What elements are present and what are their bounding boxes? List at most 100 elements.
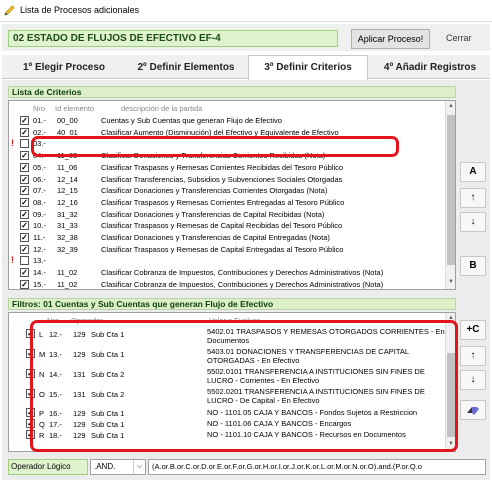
process-name: 02 ESTADO DE FLUJOS DE EFECTIVO EF-4 [8, 30, 338, 47]
filter-checkbox[interactable]: ✓ [26, 419, 35, 428]
criteria-row[interactable]: ✓ 09.- 31_32 Clasificar Donaciones y Transf… [9, 209, 445, 220]
criteria-row[interactable]: ✓ 10.- 31_33 Clasificar Traspasos y Remesas… [9, 220, 445, 231]
filter-value: NO - 1101.10 CAJA Y BANCOS - Recursos en… [207, 430, 406, 439]
tab-bar: 1º Elegir Proceso 2º Definir Elementos 3… [2, 55, 490, 80]
criterion-number: 13.- [33, 256, 46, 266]
criteria-list[interactable]: Nro Id elemento descripción de la partid… [8, 100, 456, 290]
criteria-row[interactable]: ✓ 06.- 12_14 Clasificar Transferencias, Sub… [9, 174, 445, 185]
filter-checkbox[interactable]: ✓ [26, 369, 35, 378]
criterion-code: 31_32 [57, 209, 78, 219]
criteria-button-b[interactable]: B [460, 256, 486, 276]
tab-definir-criterios[interactable]: 3º Definir Criterios [248, 55, 368, 80]
filter-row[interactable]: ✓ M 13.- 129 Sub Cta 1 5403.01 DONACIONES Y T… [9, 347, 445, 365]
criterion-description: Clasificar Cobranza de Impuestos, Contri… [101, 268, 384, 278]
apply-process-button[interactable]: Aplicar Proceso! [351, 29, 430, 49]
close-button[interactable]: Cerrar [446, 33, 472, 43]
criteria-row[interactable]: ✓ 05.- 11_06 Clasificar Traspasos y Remesas… [9, 162, 445, 173]
criteria-row[interactable]: ! 13.- [9, 255, 445, 266]
filter-checkbox[interactable]: ✓ [26, 329, 35, 338]
criteria-row[interactable]: ✓ 11.- 32_38 Clasificar Donaciones y Transf… [9, 232, 445, 243]
criteria-move-up-button[interactable]: ↑ [460, 188, 486, 208]
criterion-description: Clasificar Traspasos y Remesas de Capita… [101, 244, 344, 254]
criteria-row[interactable]: ✓ 01.- 00_00 Cuentas y Sub Cuentas que gene… [9, 115, 445, 126]
criterion-checkbox[interactable] [20, 139, 29, 149]
criterion-checkbox[interactable]: ✓ [20, 151, 29, 161]
filter-code: 129 [73, 350, 86, 359]
filter-row[interactable]: ✓ O 15.- 131 Sub Cta 2 5502.0201 TRANSFERENCI… [9, 387, 445, 405]
filter-checkbox[interactable]: ✓ [26, 430, 35, 439]
window-title: Lista de Procesos adicionales [20, 5, 140, 15]
criterion-number: 07.- [33, 186, 46, 196]
criterion-checkbox[interactable]: ✓ [20, 209, 29, 219]
criterion-code: 11_02 [57, 268, 78, 278]
criterion-code: 31_33 [57, 221, 78, 231]
filter-row[interactable]: ✓ N 14.- 131 Sub Cta 2 5502.0101 TRANSFERENCI… [9, 367, 445, 385]
criteria-header: Lista de Criterios [8, 86, 456, 98]
column-header-value: Valor a Evaluar [209, 316, 260, 325]
criteria-row[interactable]: ! 03.- [9, 138, 445, 149]
criterion-checkbox[interactable]: ✓ [20, 279, 29, 289]
criterion-checkbox[interactable]: ✓ [20, 174, 29, 184]
logic-operator-select[interactable]: .AND. ⌵ [90, 459, 146, 475]
scroll-down-arrow[interactable]: ▼ [446, 441, 455, 447]
warning-icon: ! [11, 138, 14, 149]
scroll-thumb[interactable] [447, 353, 455, 437]
criteria-row[interactable]: ✓ 15.- 11_02 Clasificar Cobranza de Impuest… [9, 279, 445, 289]
filter-code: 131 [73, 370, 86, 379]
criterion-checkbox[interactable]: ✓ [20, 221, 29, 231]
scroll-thumb[interactable] [447, 115, 455, 265]
filter-level: Sub Cta 1 [91, 431, 125, 440]
filters-scrollbar[interactable]: ▲ ▼ [445, 313, 455, 451]
filter-checkbox[interactable]: ✓ [26, 349, 35, 358]
criterion-number: 09.- [33, 209, 46, 219]
criterion-description: Clasificar Traspasos y Remesas Corriente… [101, 197, 345, 207]
criteria-button-a[interactable]: A [460, 162, 486, 182]
criterion-checkbox[interactable]: ✓ [20, 162, 29, 172]
criterion-checkbox[interactable]: ✓ [20, 233, 29, 242]
criterion-number: 11.- [33, 233, 46, 242]
process-bar: 02 ESTADO DE FLUJOS DE EFECTIVO EF-4 Apl… [2, 24, 490, 51]
criteria-scrollbar[interactable]: ▲ ▼ [445, 101, 455, 289]
criteria-column-headers: Nro Id elemento descripción de la partid… [9, 103, 445, 114]
criterion-checkbox[interactable] [20, 256, 29, 266]
criterion-checkbox[interactable]: ✓ [20, 268, 29, 278]
filter-number: 18.- [49, 431, 62, 440]
filter-code: 129 [73, 431, 86, 440]
filter-row[interactable]: ✓ R 18.- 129 Sub Cta 1 NO - 1101.10 CAJA Y BA… [9, 428, 445, 443]
criteria-row[interactable]: ✓ 04.- 11_05 Clasificar Donaciones y Transf… [9, 150, 445, 161]
filters-move-down-button[interactable]: ↓ [460, 370, 486, 390]
logic-expression-field[interactable]: (A.or.B.or.C.or.D.or.E.or.F.or.G.or.H.or… [148, 459, 486, 475]
eraser-button[interactable] [460, 400, 486, 420]
criteria-row[interactable]: ✓ 08.- 12_16 Clasificar Traspasos y Remesas… [9, 197, 445, 208]
criterion-description: Clasificar Donaciones y Transferencias C… [101, 186, 328, 196]
scroll-up-arrow[interactable]: ▲ [446, 103, 455, 109]
tab-elegir-proceso[interactable]: 1º Elegir Proceso [4, 58, 124, 79]
filter-row[interactable]: ✓ L 12.- 129 Sub Cta 1 5402.01 TRASPASOS Y RE… [9, 327, 445, 345]
criterion-checkbox[interactable]: ✓ [20, 197, 29, 207]
filters-list[interactable]: Nro Operador Valor a Evaluar ✓ L 12.- 129 Su… [8, 312, 456, 452]
tab-definir-elementos[interactable]: 2º Definir Elementos [126, 58, 246, 79]
criterion-checkbox[interactable]: ✓ [20, 244, 29, 254]
criterion-code: 11_05 [57, 151, 78, 161]
criterion-description: Clasificar Aumento (Disminución) del Efe… [101, 127, 339, 137]
criteria-row[interactable]: ✓ 02.- 40_01 Clasificar Aumento (Disminució… [9, 127, 445, 138]
criteria-row[interactable]: ✓ 12.- 32_39 Clasificar Traspasos y Remesas… [9, 244, 445, 255]
filter-checkbox[interactable]: ✓ [26, 408, 35, 417]
criteria-row[interactable]: ✓ 07.- 12_15 Clasificar Donaciones y Transf… [9, 185, 445, 196]
tab-anadir-registros[interactable]: 4º Añadir Registros [370, 58, 490, 79]
criterion-description: Clasificar Donaciones y Transferencias C… [101, 151, 326, 161]
criteria-move-down-button[interactable]: ↓ [460, 212, 486, 232]
warning-icon: ! [11, 255, 14, 266]
criterion-number: 12.- [33, 244, 46, 254]
criteria-row[interactable]: ✓ 14.- 11_02 Clasificar Cobranza de Impuest… [9, 267, 445, 278]
criterion-checkbox[interactable]: ✓ [20, 127, 29, 137]
chevron-down-icon[interactable]: ⌵ [133, 460, 145, 474]
add-criterion-button[interactable]: +C [460, 320, 486, 340]
filter-value: 5403.01 DONACIONES Y TRANSFERENCIAS DE C… [207, 347, 409, 365]
filter-checkbox[interactable]: ✓ [26, 389, 35, 398]
scroll-up-arrow[interactable]: ▲ [446, 315, 455, 321]
scroll-down-arrow[interactable]: ▼ [446, 279, 455, 285]
criterion-checkbox[interactable]: ✓ [20, 116, 29, 125]
criterion-checkbox[interactable]: ✓ [20, 186, 29, 196]
filters-move-up-button[interactable]: ↑ [460, 346, 486, 366]
